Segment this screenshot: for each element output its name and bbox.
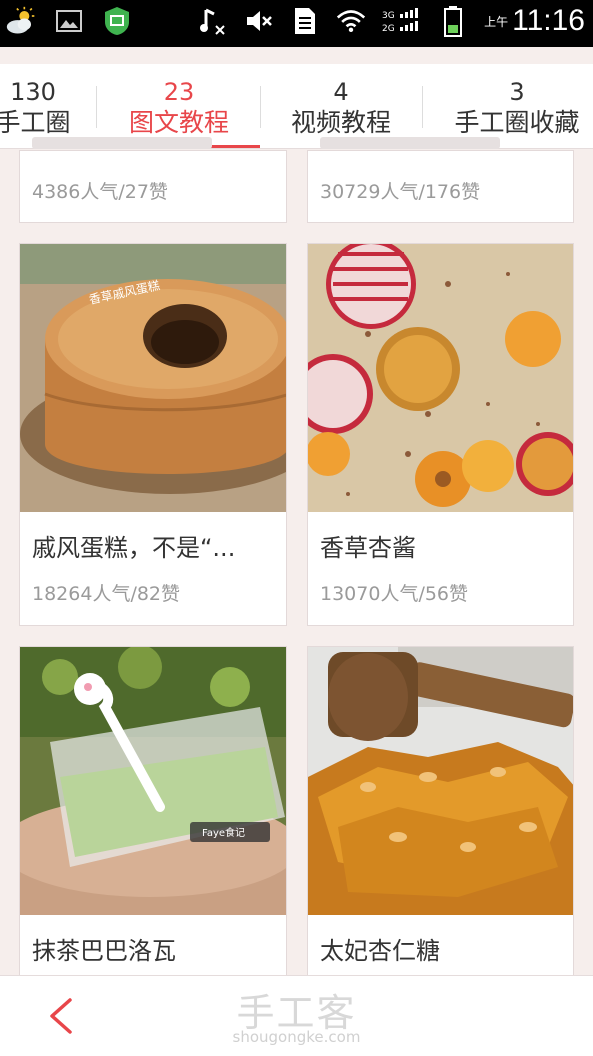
shield-app-icon [102, 6, 132, 36]
tutorial-card[interactable]: 太妃杏仁糖 [307, 646, 574, 986]
tab-image-tutorials[interactable]: 23 图文教程 [98, 64, 260, 148]
tab-count: 23 [163, 78, 195, 106]
status-left-icons [6, 6, 132, 36]
tab-label: 图文教程 [128, 108, 229, 137]
tab-divider [422, 86, 423, 128]
card-title: 香草杏酱 [320, 534, 416, 562]
bottom-bar: 手工客 shougongke.com [0, 975, 593, 1056]
card-stats: 30729人气/176赞 [320, 181, 481, 203]
card-image-toffee-almond [308, 647, 573, 915]
tutorial-card[interactable]: 香草戚风蛋糕 戚风蛋糕，不是“... 18264人气/82赞 [19, 243, 287, 626]
tutorial-card[interactable]: 4386人气/27赞 [19, 137, 287, 223]
card-stats: 4386人气/27赞 [32, 181, 168, 203]
svg-text:3G: 3G [382, 11, 395, 21]
clipped-title [32, 137, 212, 149]
ampm-label: 上午 [484, 14, 509, 29]
tab-circle-favorites[interactable]: 3 手工圈收藏 [424, 64, 593, 148]
tab-label: 手工圈 [0, 108, 71, 137]
time-text: 11:16 [512, 4, 585, 37]
tutorial-card[interactable]: Faye食记 抹茶巴巴洛瓦 [19, 646, 287, 986]
wifi-icon [336, 6, 366, 36]
card-stats: 18264人气/82赞 [32, 583, 181, 605]
card-title: 抹茶巴巴洛瓦 [32, 937, 176, 965]
tab-count: 130 [10, 78, 56, 106]
card-title: 太妃杏仁糖 [320, 937, 440, 965]
gallery-icon [54, 6, 84, 36]
watermark-label: Faye食记 [202, 826, 245, 839]
svg-text:2G: 2G [382, 24, 395, 34]
weather-icon [6, 6, 36, 36]
card-image-apricot-jam [308, 244, 573, 512]
tab-divider [96, 86, 97, 128]
tab-divider [260, 86, 261, 128]
music-muted-icon [198, 6, 228, 36]
brand-url: shougongke.com [232, 1028, 361, 1046]
tutorial-card[interactable]: 30729人气/176赞 [307, 137, 574, 223]
tab-label: 视频教程 [290, 108, 391, 137]
card-image-chiffon-cake: 香草戚风蛋糕 [20, 244, 286, 512]
volume-muted-icon [244, 6, 274, 36]
card-stats: 13070人气/56赞 [320, 583, 469, 605]
card-image-matcha-bavarois: Faye食记 [20, 647, 286, 915]
sim-icon [290, 6, 320, 36]
battery-icon [438, 6, 468, 37]
tutorial-card[interactable]: 香草杏酱 13070人气/56赞 [307, 243, 574, 626]
clock: 上午 11:16 [484, 4, 585, 38]
status-bar: 3G 2G 上午 11:16 [0, 0, 593, 47]
tab-count: 4 [333, 78, 349, 106]
tab-video-tutorials[interactable]: 4 视频教程 [262, 64, 420, 148]
tab-count: 3 [509, 78, 525, 106]
clipped-title [320, 137, 500, 149]
tab-label: 手工圈收藏 [454, 108, 580, 137]
signal-icon: 3G 2G [382, 6, 422, 36]
tab-handcraft-circle[interactable]: 130 手工圈 [0, 64, 96, 148]
status-right-icons: 3G 2G 上午 11:16 [198, 4, 585, 38]
card-title: 戚风蛋糕，不是“... [32, 534, 236, 562]
